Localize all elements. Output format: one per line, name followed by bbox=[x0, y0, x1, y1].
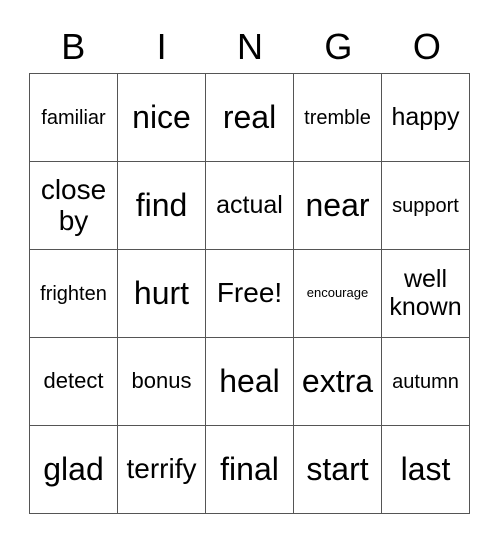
bingo-cell[interactable]: support bbox=[382, 162, 470, 250]
bingo-cell[interactable]: autumn bbox=[382, 338, 470, 426]
header-letter-g: G bbox=[324, 26, 353, 67]
bingo-cell[interactable]: terrify bbox=[118, 426, 206, 514]
bingo-cell[interactable]: familiar bbox=[30, 74, 118, 162]
bingo-cell[interactable]: hurt bbox=[118, 250, 206, 338]
bingo-cell[interactable]: nice bbox=[118, 74, 206, 162]
bingo-cell[interactable]: actual bbox=[206, 162, 294, 250]
bingo-cell[interactable]: final bbox=[206, 426, 294, 514]
free-space-cell[interactable]: Free! bbox=[206, 250, 294, 338]
header-letter-n: N bbox=[237, 26, 264, 67]
bingo-cell[interactable]: glad bbox=[30, 426, 118, 514]
bingo-cell[interactable]: frighten bbox=[30, 250, 118, 338]
bingo-cell[interactable]: close by bbox=[30, 162, 118, 250]
header-letter-i: I bbox=[156, 26, 167, 67]
bingo-cell[interactable]: near bbox=[294, 162, 382, 250]
bingo-cell[interactable]: bonus bbox=[118, 338, 206, 426]
bingo-cell[interactable]: tremble bbox=[294, 74, 382, 162]
header-letter-b: B bbox=[61, 26, 86, 67]
bingo-cell[interactable]: encourage bbox=[294, 250, 382, 338]
bingo-cell[interactable]: find bbox=[118, 162, 206, 250]
bingo-cell[interactable]: start bbox=[294, 426, 382, 514]
bingo-grid: familiar nice real tremble happy close b… bbox=[29, 73, 470, 514]
header-letter-o: O bbox=[412, 26, 441, 67]
bingo-cell[interactable]: well known bbox=[382, 250, 470, 338]
bingo-cell[interactable]: happy bbox=[382, 74, 470, 162]
bingo-cell[interactable]: last bbox=[382, 426, 470, 514]
bingo-header: B I N G O bbox=[29, 22, 471, 72]
bingo-cell[interactable]: extra bbox=[294, 338, 382, 426]
bingo-cell[interactable]: detect bbox=[30, 338, 118, 426]
bingo-cell[interactable]: real bbox=[206, 74, 294, 162]
bingo-cell[interactable]: heal bbox=[206, 338, 294, 426]
